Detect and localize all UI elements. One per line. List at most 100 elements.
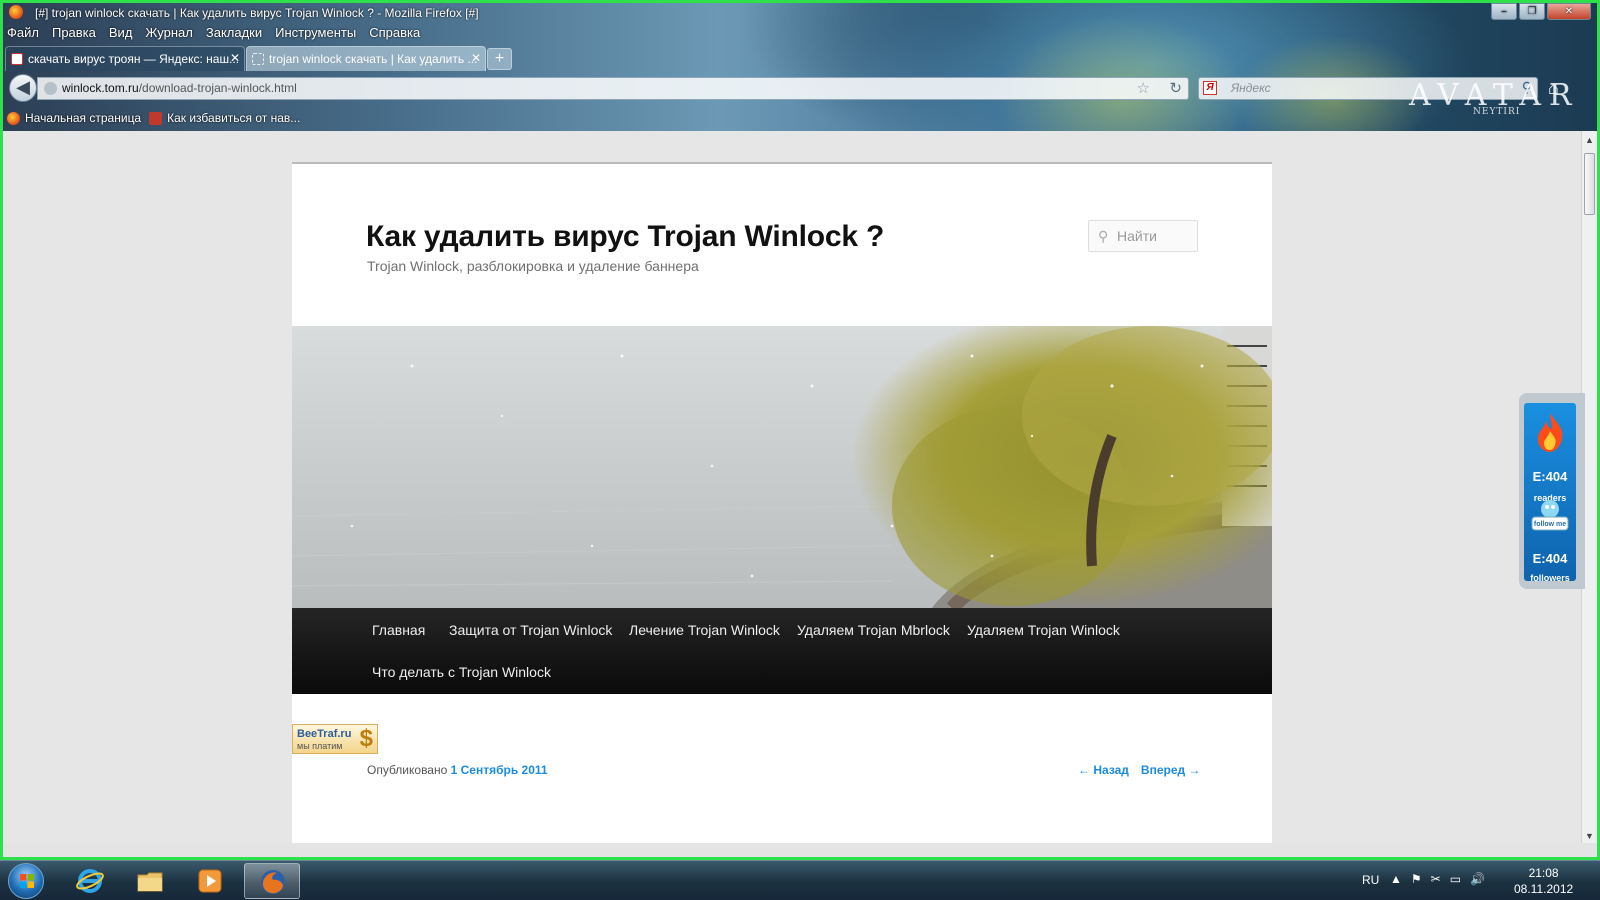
site-description: Trojan Winlock, разблокировка и удаление… — [367, 258, 699, 274]
browser-chrome: [#] trojan winlock скачать | Как удалить… — [3, 3, 1597, 131]
clock-date: 08.11.2012 — [1514, 882, 1574, 896]
site-title[interactable]: Как удалить вирус Trojan Winlock ? — [366, 220, 884, 254]
menu-help[interactable]: Справка — [369, 25, 420, 40]
scroll-down-arrow-icon[interactable]: ▼ — [1585, 831, 1594, 841]
reload-icon[interactable]: ↻ — [1169, 79, 1182, 97]
yandex-favicon — [11, 53, 23, 65]
network-icon[interactable]: ▭ — [1450, 872, 1461, 886]
prev-post-link[interactable]: ← Назад — [1078, 763, 1129, 777]
page-viewport[interactable]: Как удалить вирус Trojan Winlock ? Troja… — [3, 131, 1581, 843]
internet-explorer-icon — [76, 869, 104, 893]
media-player-icon — [198, 869, 222, 893]
start-button[interactable] — [8, 863, 44, 899]
show-hidden-icons-icon[interactable]: ▲ — [1390, 872, 1402, 886]
followers-count: E:404 — [1532, 551, 1568, 566]
windows-logo-icon — [20, 874, 34, 888]
tab-label: trojan winlock скачать | Как удалить ... — [269, 52, 478, 66]
tab-winlock-page[interactable]: trojan winlock скачать | Как удалить ...… — [246, 46, 486, 71]
bookmarks-toolbar: Начальная страница Как избавиться от нав… — [7, 111, 300, 125]
readers-count: E:404 — [1532, 469, 1568, 484]
search-placeholder: Найти — [1117, 228, 1157, 244]
bookmark-how-to[interactable]: Как избавиться от нав... — [149, 111, 300, 125]
url-bar[interactable]: winlock.tom.ru/download-trojan-winlock.h… — [37, 77, 1189, 100]
menu-file[interactable]: Файл — [7, 25, 39, 40]
language-indicator[interactable]: RU — [1362, 873, 1379, 887]
nav-treatment[interactable]: Лечение Trojan Winlock — [629, 622, 780, 638]
window-title: [#] trojan winlock скачать | Как удалить… — [35, 6, 479, 20]
window-controls: – ❐ ✕ — [1491, 3, 1591, 20]
scrollbar-thumb[interactable] — [1584, 153, 1595, 215]
nav-home[interactable]: Главная — [372, 622, 425, 638]
close-tab-icon[interactable]: ✕ — [230, 51, 240, 65]
taskbar-explorer[interactable] — [122, 863, 178, 899]
published-prefix: Опубликовано — [367, 763, 448, 777]
twitter-bird-icon: follow me — [1531, 500, 1569, 531]
post-navigation: ← Назад Вперед → — [1078, 763, 1200, 777]
nav-remove-mbrlock[interactable]: Удаляем Trojan Mbrlock — [797, 622, 950, 638]
site-page: Как удалить вирус Trojan Winlock ? Troja… — [292, 162, 1272, 843]
taskbar-firefox[interactable] — [244, 863, 300, 899]
bookmark-label: Как избавиться от нав... — [167, 111, 301, 125]
header-image — [292, 326, 1272, 608]
bookmark-home[interactable]: Начальная страница — [7, 111, 141, 125]
firefox-icon — [9, 5, 23, 19]
dollar-icon: $ — [359, 725, 373, 752]
bookmark-star-icon[interactable]: ☆ — [1137, 79, 1150, 97]
firefox-icon — [7, 111, 20, 125]
nav-remove-winlock[interactable]: Удаляем Trojan Winlock — [967, 622, 1120, 638]
navigation-toolbar: ◀ winlock.tom.ru/download-trojan-winlock… — [3, 70, 1597, 106]
taskbar-internet-explorer[interactable] — [62, 863, 118, 899]
title-bar: [#] trojan winlock скачать | Как удалить… — [3, 3, 1597, 23]
system-tray: ▲ ⚑ ✂ ▭ 🔊 — [1390, 872, 1485, 886]
cube-icon — [149, 111, 163, 125]
browser-window: [#] trojan winlock скачать | Как удалить… — [0, 0, 1600, 860]
next-post-link[interactable]: Вперед → — [1141, 763, 1201, 777]
nav-what-to-do[interactable]: Что делать с Trojan Winlock — [372, 664, 551, 680]
menu-bar: Файл Правка Вид Журнал Закладки Инструме… — [7, 25, 420, 40]
bird-label: follow me — [1534, 521, 1566, 528]
beetraf-banner[interactable]: BeeTraf.ru мы платим $ — [292, 724, 378, 754]
folder-icon — [137, 872, 163, 892]
clock-time: 21:08 — [1528, 866, 1559, 880]
scroll-up-arrow-icon[interactable]: ▲ — [1585, 135, 1594, 145]
menu-tools[interactable]: Инструменты — [275, 25, 356, 40]
close-tab-icon[interactable]: ✕ — [471, 51, 481, 65]
search-placeholder: Яндекс — [1231, 81, 1271, 95]
firefox-icon — [261, 870, 285, 894]
site-search-input[interactable]: ⚲ Найти — [1088, 220, 1198, 252]
menu-view[interactable]: Вид — [109, 25, 133, 40]
volume-icon[interactable]: 🔊 — [1470, 872, 1485, 886]
feedburner-widget[interactable]: E:404 readers follow me E:404 followers — [1519, 393, 1585, 589]
menu-edit[interactable]: Правка — [52, 25, 96, 40]
new-tab-button[interactable]: + — [487, 48, 512, 70]
yandex-engine-icon[interactable]: Я — [1203, 81, 1217, 95]
menu-history[interactable]: Журнал — [145, 25, 192, 40]
device-icon[interactable]: ✂ — [1431, 872, 1441, 886]
nav-protection[interactable]: Защита от Trojan Winlock — [449, 622, 612, 638]
flame-icon — [1538, 413, 1563, 452]
back-button[interactable]: ◀ — [9, 74, 37, 102]
site-identity-icon[interactable] — [44, 82, 57, 95]
tab-yandex-search[interactable]: скачать вирус троян — Яндекс: наш... ✕ — [5, 46, 245, 71]
post-date-link[interactable]: 1 Сентябрь 2011 — [451, 763, 548, 777]
maximize-button[interactable]: ❐ — [1519, 3, 1545, 20]
beetraf-name: BeeTraf.ru — [297, 728, 352, 740]
taskbar: RU ▲ ⚑ ✂ ▭ 🔊 21:08 08.11.2012 — [0, 860, 1600, 900]
clock[interactable]: 21:08 08.11.2012 — [1514, 865, 1573, 897]
site-navigation: Главная Защита от Trojan Winlock Лечение… — [292, 608, 1272, 694]
snowy-willow-image — [292, 326, 1272, 608]
post-meta: Опубликовано 1 Сентябрь 2011 — [367, 763, 548, 777]
taskbar-media-player[interactable] — [182, 863, 238, 899]
close-button[interactable]: ✕ — [1547, 3, 1591, 20]
url-domain: winlock.tom.ru — [62, 81, 139, 95]
tab-strip: скачать вирус троян — Яндекс: наш... ✕ t… — [5, 46, 512, 71]
search-icon: ⚲ — [1098, 228, 1109, 244]
action-center-icon[interactable]: ⚑ — [1411, 872, 1422, 886]
minimize-button[interactable]: – — [1491, 3, 1517, 20]
followers-label: followers — [1530, 573, 1570, 583]
widget-panel: E:404 readers follow me E:404 followers — [1524, 403, 1576, 583]
beetraf-tagline: мы платим — [297, 741, 343, 751]
menu-bookmarks[interactable]: Закладки — [206, 25, 262, 40]
page-favicon — [252, 53, 264, 65]
tab-label: скачать вирус троян — Яндекс: наш... — [28, 52, 240, 66]
